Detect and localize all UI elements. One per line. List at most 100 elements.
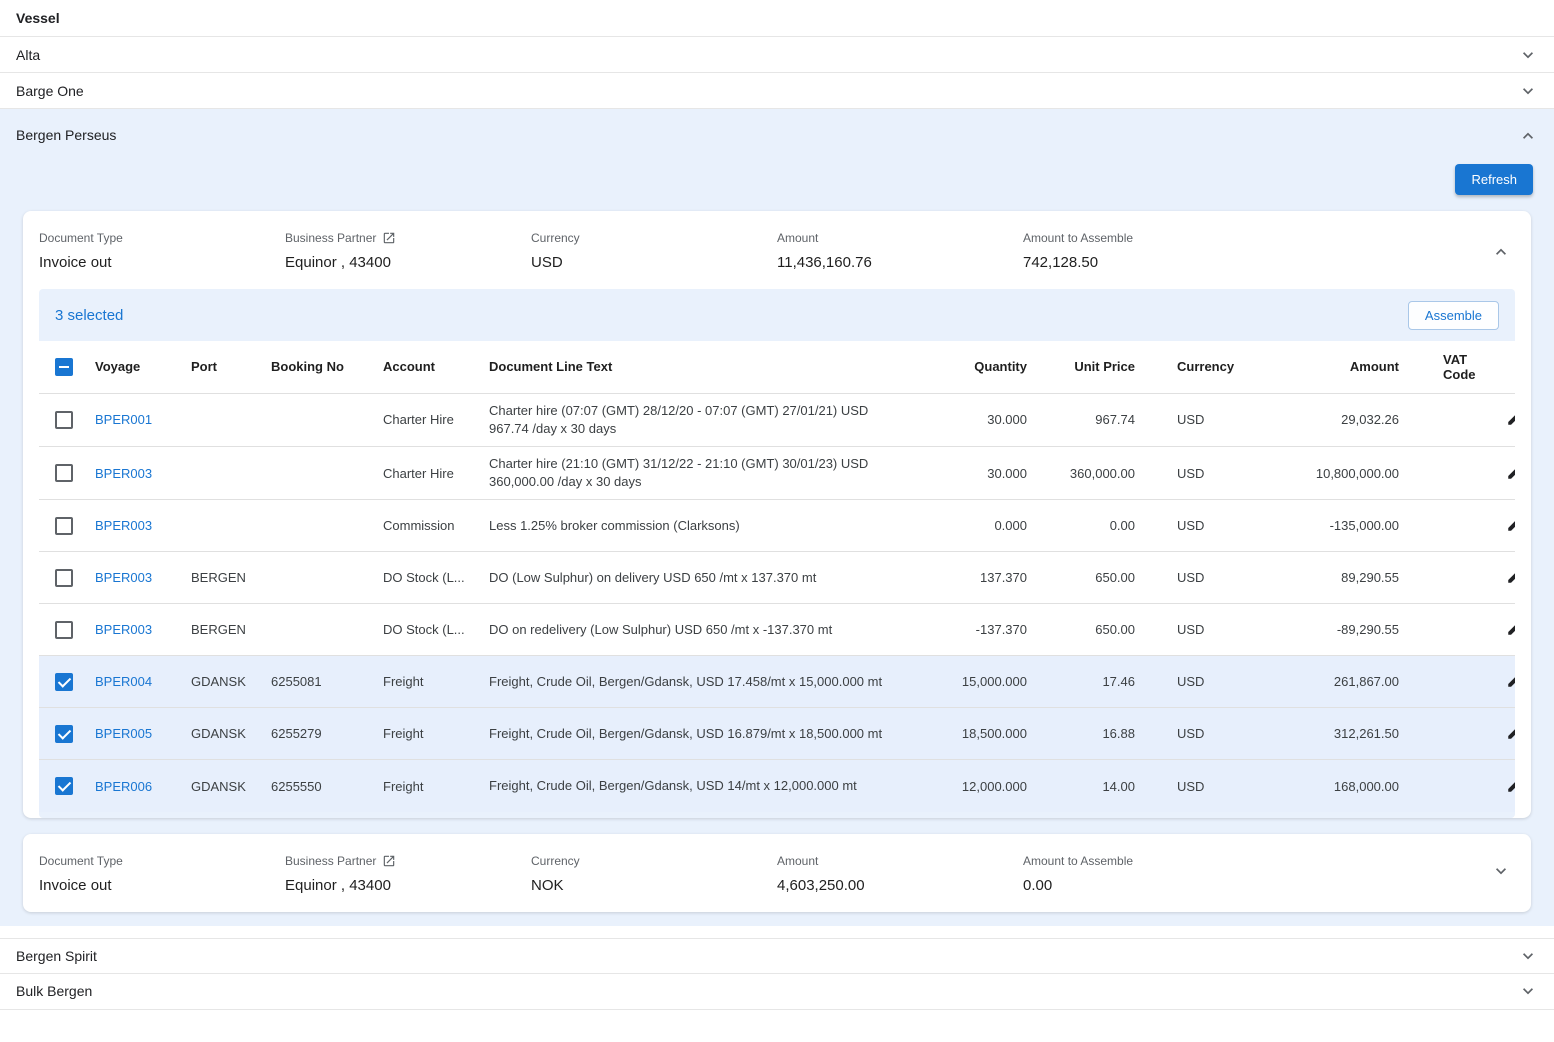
accordion-item-barge-one[interactable]: Barge One xyxy=(0,73,1554,109)
field-business-partner: Business Partner Equinor , 43400 xyxy=(285,229,531,271)
field-document-type: Document Type Invoice out xyxy=(39,852,285,894)
selection-panel: 3 selected Assemble Voyage Port Booking … xyxy=(39,289,1515,818)
accordion-item-bergen-spirit[interactable]: Bergen Spirit xyxy=(0,938,1554,974)
chevron-down-icon xyxy=(1518,81,1538,101)
chevron-up-icon xyxy=(1491,239,1511,262)
edit-icon xyxy=(1506,619,1515,637)
currency-value: NOK xyxy=(531,877,777,894)
document-card-usd: Document Type Invoice out Business Partn… xyxy=(23,211,1531,818)
cell-unit-price: 16.88 xyxy=(1035,708,1143,760)
edit-button[interactable] xyxy=(1502,772,1515,801)
edit-button[interactable] xyxy=(1502,511,1515,540)
cell-account: Freight xyxy=(375,708,481,760)
accordion-label: Bulk Bergen xyxy=(16,983,92,999)
edit-button[interactable] xyxy=(1502,563,1515,592)
expand-card-button[interactable] xyxy=(1487,857,1515,888)
cell-port: GDANSK xyxy=(183,708,263,760)
chevron-up-icon xyxy=(1518,123,1538,146)
cell-currency: USD xyxy=(1143,656,1239,708)
field-label-text: Business Partner xyxy=(285,854,376,868)
edit-button[interactable] xyxy=(1502,615,1515,644)
field-document-type: Document Type Invoice out xyxy=(39,229,285,271)
cell-booking-no xyxy=(263,393,375,446)
field-label-text: Business Partner xyxy=(285,231,376,245)
column-header-amount: Amount xyxy=(1239,341,1407,393)
column-header-vat-code: VAT Code xyxy=(1407,341,1487,393)
external-link-icon[interactable] xyxy=(382,854,396,868)
invoice-lines-table: Voyage Port Booking No Account Document … xyxy=(39,341,1515,812)
select-all-checkbox[interactable] xyxy=(55,358,73,376)
cell-account: Charter Hire xyxy=(375,393,481,446)
row-checkbox[interactable] xyxy=(55,673,73,691)
field-label: Amount xyxy=(777,231,818,245)
selected-count: 3 selected xyxy=(55,307,123,324)
cell-booking-no xyxy=(263,604,375,656)
row-checkbox[interactable] xyxy=(55,777,73,795)
accordion-item-bulk-bergen[interactable]: Bulk Bergen xyxy=(0,974,1554,1010)
cell-quantity: 30.000 xyxy=(917,446,1035,499)
voyage-link[interactable]: BPER003 xyxy=(95,570,152,585)
refresh-button[interactable]: Refresh xyxy=(1455,164,1533,195)
cell-currency: USD xyxy=(1143,604,1239,656)
column-header-quantity: Quantity xyxy=(917,341,1035,393)
field-amount: Amount 4,603,250.00 xyxy=(777,852,1023,894)
cell-line-text: DO (Low Sulphur) on delivery USD 650 /mt… xyxy=(481,552,917,604)
column-header-currency: Currency xyxy=(1143,341,1239,393)
external-link-icon[interactable] xyxy=(382,231,396,245)
voyage-link[interactable]: BPER005 xyxy=(95,726,152,741)
edit-button[interactable] xyxy=(1502,459,1515,488)
cell-line-text: Charter hire (21:10 (GMT) 31/12/22 - 21:… xyxy=(481,446,917,499)
edit-icon xyxy=(1506,409,1515,427)
document-type-value: Invoice out xyxy=(39,877,285,894)
cell-currency: USD xyxy=(1143,760,1239,812)
table-row: BPER003 Commission Less 1.25% broker com… xyxy=(39,500,1515,552)
cell-account: Charter Hire xyxy=(375,446,481,499)
cell-booking-no xyxy=(263,500,375,552)
cell-unit-price: 650.00 xyxy=(1035,604,1143,656)
cell-quantity: 0.000 xyxy=(917,500,1035,552)
field-label: Business Partner xyxy=(285,854,396,868)
cell-vat-code xyxy=(1407,708,1487,760)
table-header-row: Voyage Port Booking No Account Document … xyxy=(39,341,1515,393)
edit-button[interactable] xyxy=(1502,667,1515,696)
field-label: Amount xyxy=(777,854,818,868)
cell-currency: USD xyxy=(1143,393,1239,446)
voyage-link[interactable]: BPER004 xyxy=(95,674,152,689)
row-checkbox[interactable] xyxy=(55,517,73,535)
row-checkbox[interactable] xyxy=(55,621,73,639)
cell-port xyxy=(183,500,263,552)
cell-port: BERGEN xyxy=(183,604,263,656)
row-checkbox[interactable] xyxy=(55,725,73,743)
voyage-link[interactable]: BPER003 xyxy=(95,518,152,533)
row-checkbox[interactable] xyxy=(55,411,73,429)
edit-button[interactable] xyxy=(1502,719,1515,748)
row-checkbox[interactable] xyxy=(55,464,73,482)
business-partner-value: Equinor , 43400 xyxy=(285,254,531,271)
voyage-link[interactable]: BPER003 xyxy=(95,622,152,637)
cell-quantity: 12,000.000 xyxy=(917,760,1035,812)
voyage-link[interactable]: BPER001 xyxy=(95,412,152,427)
amount-to-assemble-value: 0.00 xyxy=(1023,877,1269,894)
edit-icon xyxy=(1506,567,1515,585)
edit-icon xyxy=(1506,776,1515,794)
cell-vat-code xyxy=(1407,393,1487,446)
voyage-link[interactable]: BPER006 xyxy=(95,779,152,794)
edit-icon xyxy=(1506,723,1515,741)
cell-unit-price: 0.00 xyxy=(1035,500,1143,552)
cell-port xyxy=(183,446,263,499)
collapse-card-button[interactable] xyxy=(1487,235,1515,266)
column-header-unit-price: Unit Price xyxy=(1035,341,1143,393)
cell-booking-no xyxy=(263,446,375,499)
cell-vat-code xyxy=(1407,760,1487,812)
row-checkbox[interactable] xyxy=(55,569,73,587)
cell-amount: -135,000.00 xyxy=(1239,500,1407,552)
currency-value: USD xyxy=(531,254,777,271)
column-header-account: Account xyxy=(375,341,481,393)
assemble-button[interactable]: Assemble xyxy=(1408,301,1499,330)
cell-currency: USD xyxy=(1143,708,1239,760)
accordion-item-alta[interactable]: Alta xyxy=(0,37,1554,73)
voyage-link[interactable]: BPER003 xyxy=(95,466,152,481)
cell-unit-price: 360,000.00 xyxy=(1035,446,1143,499)
edit-button[interactable] xyxy=(1502,405,1515,434)
accordion-item-bergen-perseus[interactable]: Bergen Perseus xyxy=(0,109,1554,150)
